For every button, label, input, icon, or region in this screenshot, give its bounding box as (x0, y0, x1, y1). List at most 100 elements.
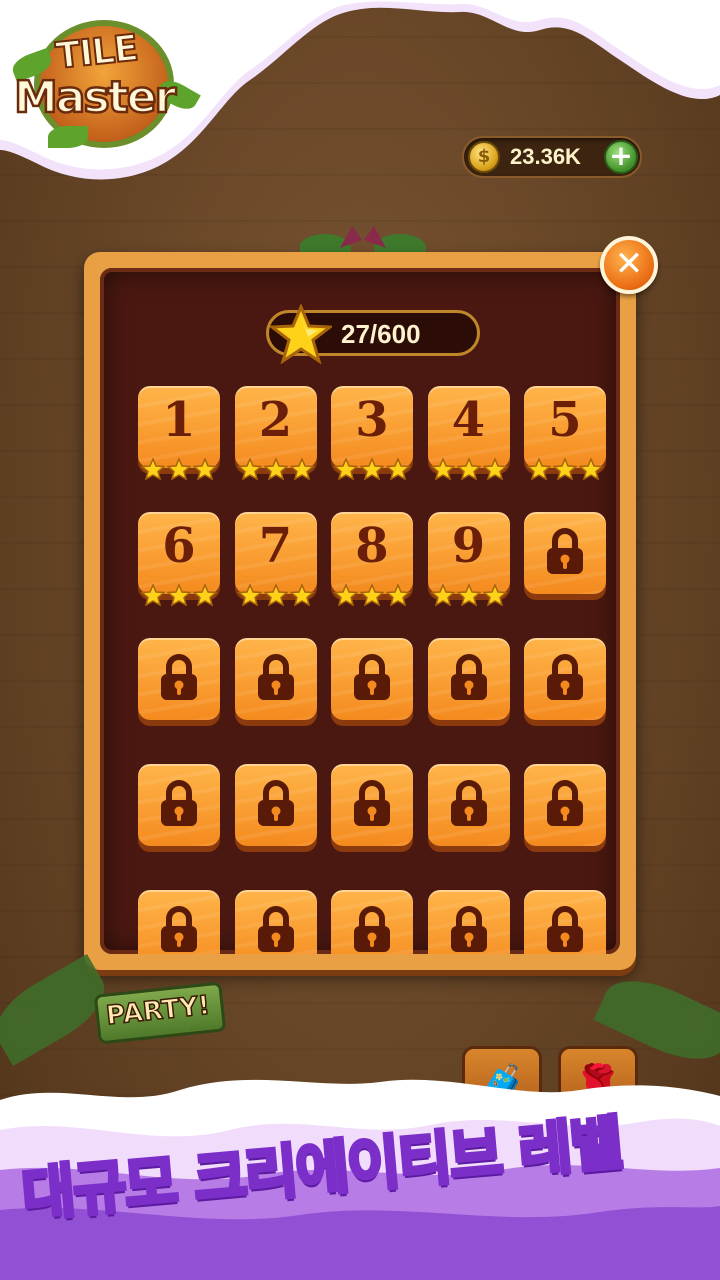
lock-icon (351, 906, 393, 954)
level-number: 9 (451, 518, 486, 574)
tile-master-logo: TILE Master (8, 14, 201, 154)
level-stars (140, 583, 218, 608)
add-coins-button[interactable]: + (604, 140, 638, 174)
level-tile-locked[interactable] (427, 890, 510, 954)
star-icon (455, 583, 482, 607)
level-tile-3[interactable]: 3 (331, 386, 413, 481)
level-tile-5[interactable]: 5 (524, 386, 606, 481)
level-tile-locked[interactable] (524, 764, 606, 846)
level-stars (236, 583, 315, 608)
level-stars (140, 457, 218, 482)
star-icon (481, 457, 508, 481)
star-icon (552, 457, 578, 481)
party-sign[interactable]: PARTY! (93, 976, 236, 1046)
star-icon (288, 583, 315, 607)
level-grid: 1 2 3 4 5 6 7 8 9 (138, 386, 620, 954)
lock-icon (158, 780, 200, 828)
level-tile-locked[interactable] (234, 638, 317, 720)
level-tile-6[interactable]: 6 (138, 512, 220, 607)
level-tile-locked[interactable] (234, 764, 317, 846)
close-icon: ✕ (614, 244, 644, 284)
lock-icon (158, 654, 200, 702)
star-icon (236, 583, 263, 607)
lock-icon (448, 906, 490, 954)
coin-balance: $ 23.36K + (462, 136, 642, 178)
level-stars (333, 583, 411, 608)
star-icon (333, 457, 359, 481)
level-tile-7[interactable]: 7 (234, 512, 317, 607)
level-number: 1 (162, 392, 196, 448)
close-button[interactable]: ✕ (600, 236, 658, 294)
level-number: 8 (355, 518, 389, 574)
star-icon (429, 457, 456, 481)
star-icon (166, 583, 192, 607)
coin-amount: 23.36K (510, 144, 581, 169)
level-number: 4 (451, 392, 486, 448)
lock-icon (255, 906, 297, 954)
level-tile-locked[interactable] (524, 638, 606, 720)
level-number: 2 (258, 392, 293, 448)
level-stars (236, 457, 315, 482)
lock-icon (544, 780, 586, 828)
level-tile-1[interactable]: 1 (138, 386, 220, 481)
level-tile-locked[interactable] (331, 638, 413, 720)
level-tile-4[interactable]: 4 (427, 386, 510, 481)
lock-icon (158, 906, 200, 954)
level-tile-locked[interactable] (234, 890, 317, 954)
star-icon (526, 457, 552, 481)
star-icon (192, 583, 218, 607)
star-icon (192, 457, 218, 481)
star-icon (140, 583, 166, 607)
coin-icon: $ (468, 141, 500, 173)
lock-icon (255, 780, 297, 828)
level-tile-locked[interactable] (331, 764, 413, 846)
star-icon (359, 583, 385, 607)
level-tile-locked[interactable] (331, 890, 413, 954)
star-icon (455, 457, 482, 481)
lock-icon (448, 780, 490, 828)
level-tile-locked[interactable] (524, 512, 606, 594)
star-icon (429, 583, 456, 607)
level-stars (333, 457, 411, 482)
star-icon (262, 583, 289, 607)
lock-icon (351, 654, 393, 702)
star-icon (385, 457, 411, 481)
level-number: 6 (162, 518, 196, 574)
star-count: 27/600 (341, 319, 421, 349)
level-tile-locked[interactable] (427, 638, 510, 720)
panel-inner: 27/600 1 2 3 4 5 6 7 8 9 (100, 268, 620, 954)
level-tile-locked[interactable] (138, 890, 220, 954)
star-icon (385, 583, 411, 607)
star-icon (262, 457, 289, 481)
lock-icon (351, 780, 393, 828)
star-icon (270, 304, 332, 364)
level-tile-locked[interactable] (138, 764, 220, 846)
level-tile-9[interactable]: 9 (427, 512, 510, 607)
level-number: 3 (355, 392, 389, 448)
level-tile-8[interactable]: 8 (331, 512, 413, 607)
star-icon (481, 583, 508, 607)
star-icon (140, 457, 166, 481)
lock-icon (544, 654, 586, 702)
star-icon (236, 457, 263, 481)
level-tile-locked[interactable] (138, 638, 220, 720)
level-number: 7 (258, 518, 293, 574)
star-icon (333, 583, 359, 607)
level-select-panel: 27/600 1 2 3 4 5 6 7 8 9 (84, 252, 636, 970)
lock-icon (544, 906, 586, 954)
star-icon (166, 457, 192, 481)
level-tile-2[interactable]: 2 (234, 386, 317, 481)
star-icon (578, 457, 604, 481)
level-stars (526, 457, 604, 482)
logo-title-line1: TILE (53, 27, 140, 78)
star-icon (359, 457, 385, 481)
star-icon (288, 457, 315, 481)
level-tile-locked[interactable] (427, 764, 510, 846)
lock-icon (448, 654, 490, 702)
level-number: 5 (548, 392, 582, 448)
lock-icon (255, 654, 297, 702)
level-tile-locked[interactable] (524, 890, 606, 954)
leaf-icon (48, 126, 88, 148)
level-stars (429, 583, 508, 608)
lock-icon (544, 528, 586, 576)
